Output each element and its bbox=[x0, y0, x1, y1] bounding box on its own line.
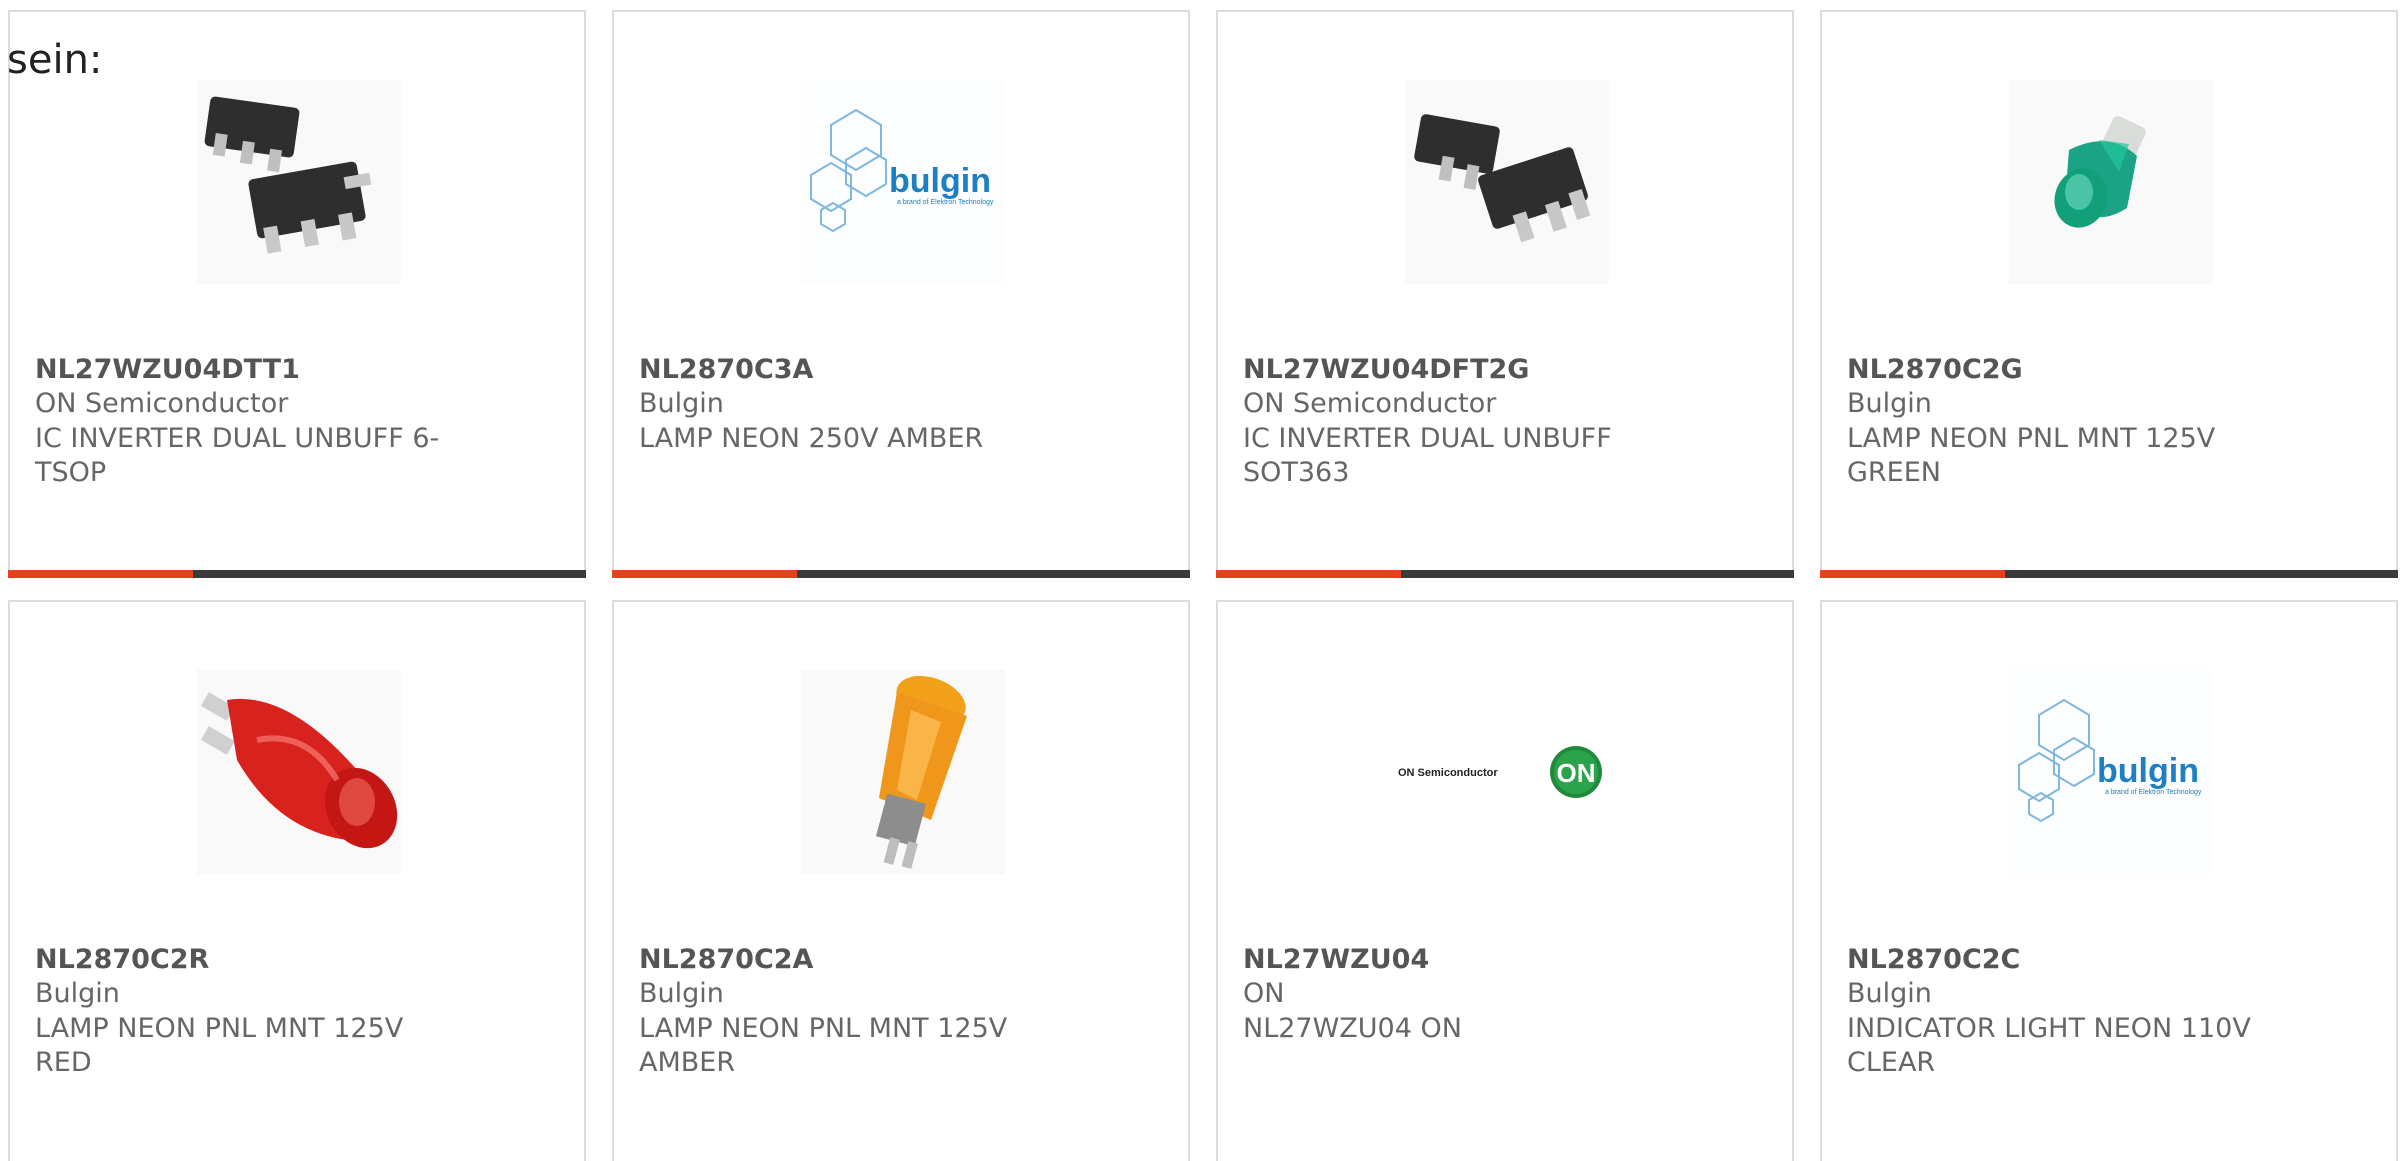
card-accent-bar bbox=[1216, 570, 1794, 578]
product-card[interactable]: ON Semiconductor ON NL27WZU04 ON NL27WZU… bbox=[1216, 600, 1794, 1161]
product-description: IC INVERTER DUAL UNBUFF 6-TSOP bbox=[35, 423, 440, 488]
product-card[interactable]: NL2870C2R Bulgin LAMP NEON PNL MNT 125V … bbox=[8, 600, 586, 1161]
product-card[interactable]: bulgin a brand of Elektron Technology NL… bbox=[1820, 600, 2398, 1161]
ic-chip-image[interactable] bbox=[197, 80, 401, 284]
card-accent-fill bbox=[1216, 570, 1401, 578]
svg-text:bulgin: bulgin bbox=[889, 162, 991, 200]
card-accent-bar bbox=[8, 570, 586, 578]
card-accent-fill bbox=[1820, 570, 2005, 578]
manufacturer-name: Bulgin bbox=[639, 388, 724, 419]
manufacturer-name: Bulgin bbox=[35, 978, 120, 1009]
product-card[interactable]: NL27WZU04DTT1 ON Semiconductor IC INVERT… bbox=[8, 10, 586, 578]
part-number[interactable]: NL2870C2A bbox=[639, 944, 813, 975]
part-number[interactable]: NL27WZU04DTT1 bbox=[35, 354, 300, 385]
manufacturer-name: Bulgin bbox=[639, 978, 724, 1009]
part-number[interactable]: NL2870C2R bbox=[35, 944, 209, 975]
svg-text:a brand of Elektron Technology: a brand of Elektron Technology bbox=[897, 199, 994, 206]
svg-text:ON: ON bbox=[1557, 758, 1596, 788]
ic-chip-image[interactable] bbox=[1405, 80, 1609, 284]
manufacturer-name: ON Semiconductor bbox=[1243, 388, 1497, 419]
bulgin-logo-image[interactable]: bulgin a brand of Elektron Technology bbox=[801, 80, 1005, 284]
manufacturer-name: Bulgin bbox=[1847, 978, 1932, 1009]
on-semiconductor-logo-image[interactable]: ON Semiconductor ON bbox=[1398, 670, 1608, 874]
product-description: NL27WZU04 ON bbox=[1243, 1013, 1462, 1044]
product-description: LAMP NEON PNL MNT 125V GREEN bbox=[1847, 423, 2216, 488]
product-description: INDICATOR LIGHT NEON 110V CLEAR bbox=[1847, 1013, 2251, 1078]
svg-text:bulgin: bulgin bbox=[2097, 752, 2199, 790]
product-card[interactable]: bulgin a brand of Elektron Technology NL… bbox=[612, 10, 1190, 578]
product-card[interactable]: NL27WZU04DFT2G ON Semiconductor IC INVER… bbox=[1216, 10, 1794, 578]
part-number[interactable]: NL2870C3A bbox=[639, 354, 813, 385]
amber-neon-lamp-image[interactable] bbox=[801, 670, 1005, 874]
bulgin-logo-image[interactable]: bulgin a brand of Elektron Technology bbox=[2009, 670, 2213, 874]
card-accent-bar bbox=[1820, 570, 2398, 578]
product-card[interactable]: NL2870C2A Bulgin LAMP NEON PNL MNT 125V … bbox=[612, 600, 1190, 1161]
product-description: IC INVERTER DUAL UNBUFF SOT363 bbox=[1243, 423, 1612, 488]
manufacturer-name: Bulgin bbox=[1847, 388, 1932, 419]
product-description: LAMP NEON 250V AMBER bbox=[639, 423, 984, 454]
part-number[interactable]: NL2870C2G bbox=[1847, 354, 2023, 385]
card-accent-bar bbox=[612, 570, 1190, 578]
manufacturer-name: ON Semiconductor bbox=[35, 388, 289, 419]
green-neon-lamp-image[interactable] bbox=[2009, 80, 2213, 284]
product-description: LAMP NEON PNL MNT 125V AMBER bbox=[639, 1013, 1008, 1078]
red-neon-lamp-image[interactable] bbox=[197, 670, 401, 874]
part-number[interactable]: NL2870C2C bbox=[1847, 944, 2020, 975]
product-grid-page: sein: NL27WZU04DTT1 ON Semiconductor IC … bbox=[0, 0, 2400, 1161]
part-number[interactable]: NL27WZU04DFT2G bbox=[1243, 354, 1529, 385]
manufacturer-name: ON bbox=[1243, 978, 1285, 1009]
svg-text:ON Semiconductor: ON Semiconductor bbox=[1398, 767, 1498, 779]
svg-text:a brand of Elektron Technology: a brand of Elektron Technology bbox=[2105, 789, 2202, 796]
product-card[interactable]: NL2870C2G Bulgin LAMP NEON PNL MNT 125V … bbox=[1820, 10, 2398, 578]
card-accent-fill bbox=[8, 570, 193, 578]
card-accent-fill bbox=[612, 570, 797, 578]
part-number[interactable]: NL27WZU04 bbox=[1243, 944, 1429, 975]
product-description: LAMP NEON PNL MNT 125V RED bbox=[35, 1013, 404, 1078]
intro-text: sein: bbox=[7, 37, 103, 83]
